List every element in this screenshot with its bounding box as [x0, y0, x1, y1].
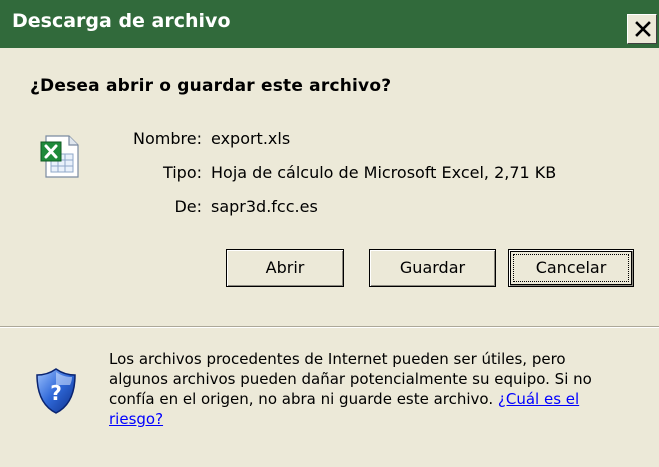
- file-source-value: sapr3d.fcc.es: [211, 197, 318, 216]
- title-bar[interactable]: Descarga de archivo: [0, 0, 659, 48]
- file-type-value: Hoja de cálculo de Microsoft Excel, 2,71…: [211, 163, 557, 182]
- save-button[interactable]: Guardar: [369, 249, 496, 287]
- cancel-button-label: Cancelar: [535, 258, 607, 277]
- excel-spreadsheet-icon: [37, 134, 83, 184]
- cancel-button[interactable]: Cancelar: [508, 249, 634, 287]
- close-button[interactable]: [627, 14, 657, 44]
- shield-question-icon: ?: [35, 367, 77, 419]
- open-button[interactable]: Abrir: [226, 249, 344, 287]
- file-source-label: De:: [174, 197, 202, 216]
- separator-highlight: [0, 327, 659, 328]
- file-name-value: export.xls: [211, 129, 291, 148]
- dialog-question: ¿Desea abrir o guardar este archivo?: [30, 76, 392, 96]
- close-icon: [635, 21, 651, 37]
- window-title: Descarga de archivo: [12, 10, 231, 32]
- svg-text:?: ?: [50, 381, 62, 405]
- file-name-label: Nombre:: [133, 129, 202, 148]
- file-type-label: Tipo:: [162, 163, 202, 182]
- security-warning: Los archivos procedentes de Internet pue…: [109, 349, 629, 429]
